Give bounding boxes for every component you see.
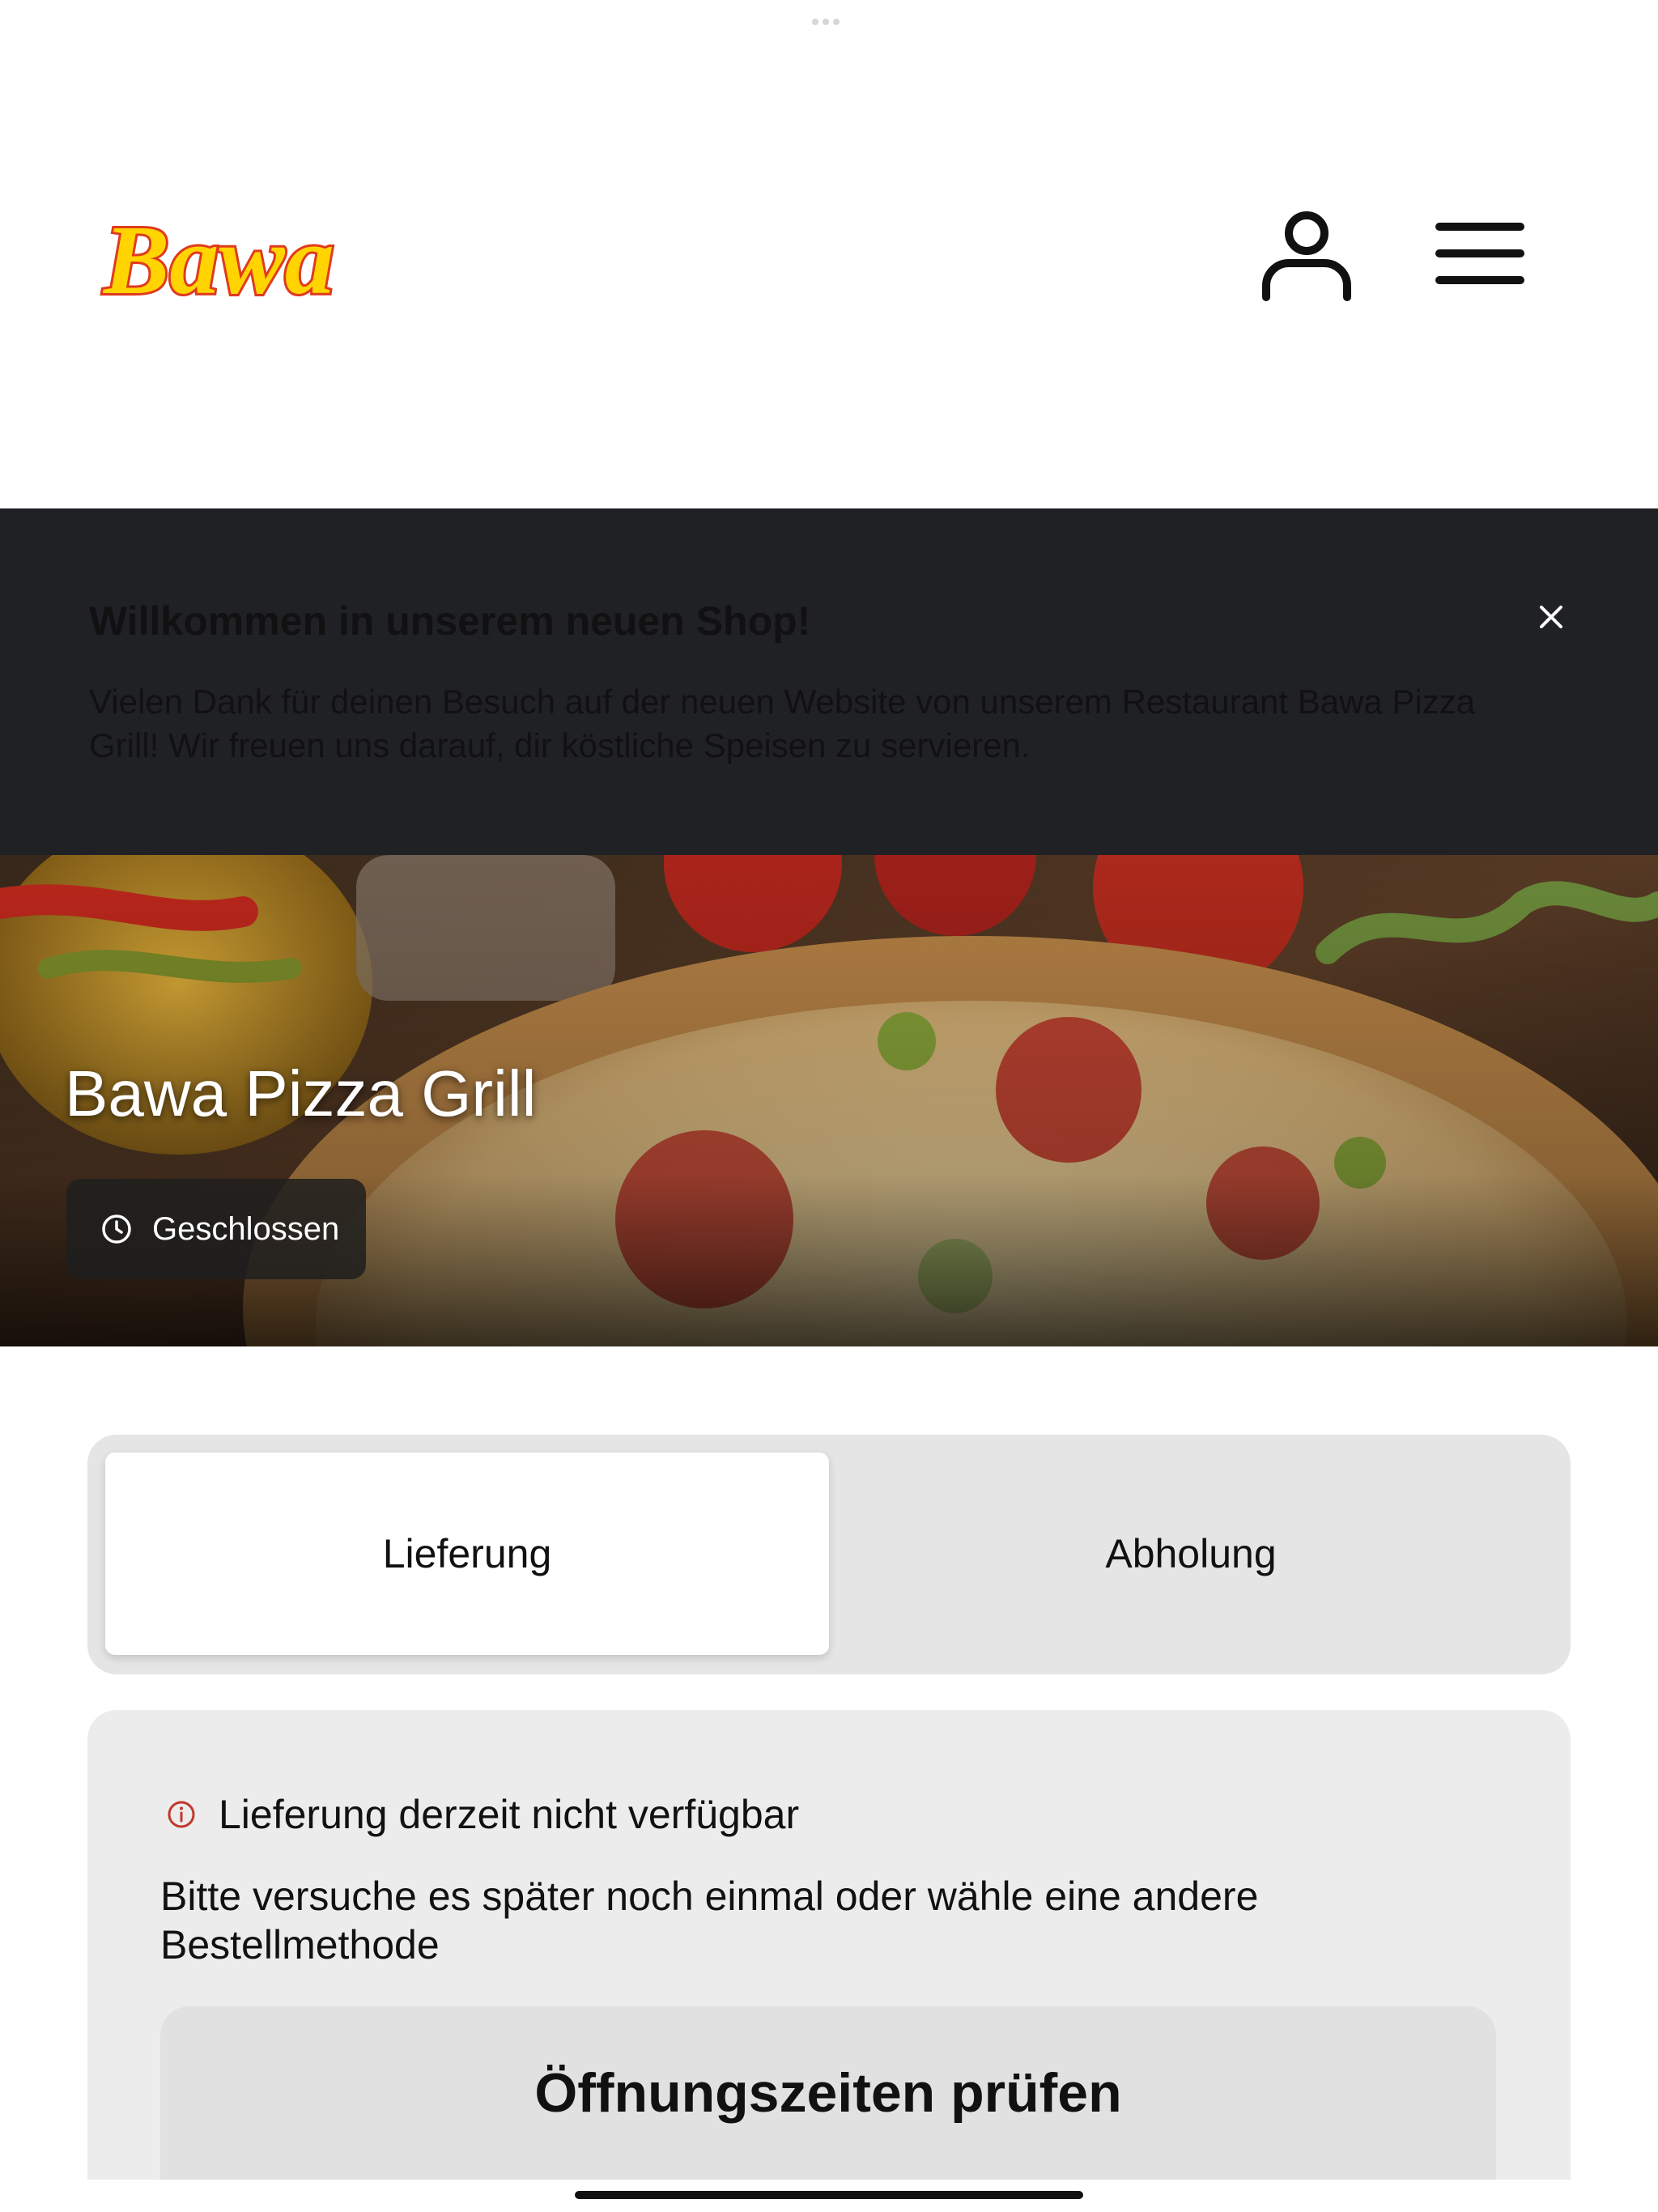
notice-title: Lieferung derzeit nicht verfügbar xyxy=(219,1792,800,1837)
banner-title: Willkommen in unserem neuen Shop! xyxy=(89,598,811,644)
tab-pickup[interactable]: Abholung xyxy=(829,1453,1553,1655)
close-icon[interactable] xyxy=(1535,601,1567,633)
order-method-toggle: Lieferung Abholung xyxy=(87,1435,1571,1674)
notice-text: Bitte versuche es später noch einmal ode… xyxy=(160,1874,1259,1967)
opening-status-label: Geschlossen xyxy=(152,1210,340,1247)
notice-header: Lieferung derzeit nicht verfügbar xyxy=(165,1791,799,1838)
menu-icon[interactable] xyxy=(1433,217,1530,290)
banner-text: Vielen Dank für deinen Besuch auf der ne… xyxy=(89,683,1476,764)
info-icon xyxy=(168,1801,195,1828)
delivery-unavailable-notice: Lieferung derzeit nicht verfügbar Bitte … xyxy=(87,1710,1571,2180)
tab-delivery[interactable]: Lieferung xyxy=(105,1453,829,1655)
clock-icon xyxy=(102,1214,131,1244)
restaurant-name: Bawa Pizza Grill xyxy=(65,1057,537,1129)
home-indicator xyxy=(575,2191,1083,2199)
brand-logo[interactable]: Bawa xyxy=(96,202,387,316)
check-opening-hours-button[interactable]: Öffnungszeiten prüfen xyxy=(160,2006,1496,2180)
opening-status-badge[interactable]: Geschlossen xyxy=(66,1179,366,1279)
user-icon[interactable] xyxy=(1259,206,1354,302)
site-header: Bawa xyxy=(0,0,1658,508)
svg-text:Bawa: Bawa xyxy=(102,206,334,315)
